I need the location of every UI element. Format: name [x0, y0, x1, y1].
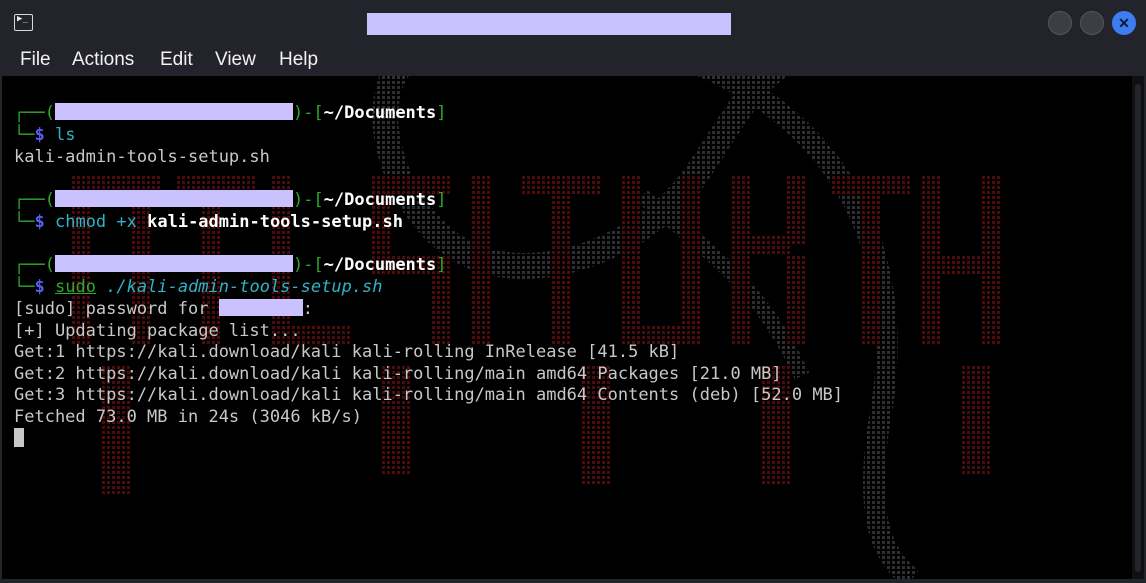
prompt-directory: ~/Documents: [323, 190, 437, 210]
prompt-frame-close: ]: [436, 255, 447, 275]
prompt-frame-lower: └─: [14, 277, 35, 297]
terminal-output-area[interactable]: ┌──()-[~/Documents] └─$ ls kali-admin-to…: [2, 76, 1132, 579]
close-button[interactable]: ✕: [1112, 11, 1136, 35]
prompt-frame-open: ┌──(: [14, 103, 55, 123]
prompt-frame-lower: └─: [14, 125, 35, 145]
command-chmod-arg: kali-admin-tools-setup.sh: [147, 212, 403, 232]
prompt-frame-open: ┌──(: [14, 190, 55, 210]
command-script: ./kali-admin-tools-setup.sh: [106, 277, 383, 297]
output-sudo-prompt: [sudo] password for :: [14, 298, 313, 320]
maximize-button[interactable]: [1080, 11, 1104, 35]
terminal-app-icon[interactable]: ▶_: [14, 14, 33, 31]
terminal-window: ▶_ ✕ File Actions Edit View Help ┌──()-…: [0, 0, 1146, 583]
prompt-frame-close: ]: [436, 103, 447, 123]
command-line-3: └─$ sudo ./kali-admin-tools-setup.sh: [14, 276, 383, 298]
menu-file[interactable]: File: [20, 49, 51, 71]
prompt-user-redacted: [54, 103, 293, 120]
terminal-cursor: [14, 428, 24, 447]
prompt-frame-open: ┌──(: [14, 255, 55, 275]
prompt-directory: ~/Documents: [323, 255, 437, 275]
menu-help[interactable]: Help: [279, 49, 318, 71]
prompt-frame-mid: )-[: [292, 190, 324, 210]
command-line-1: └─$ ls: [14, 124, 75, 146]
output-get-1: Get:1 https://kali.download/kali kali-ro…: [14, 342, 680, 362]
terminal-scrollbar[interactable]: [1132, 76, 1144, 579]
command-sudo: sudo: [54, 277, 96, 297]
menu-bar: File Actions Edit View Help: [0, 44, 1146, 76]
output-get-3: Get:3 https://kali.download/kali kali-ro…: [14, 385, 844, 405]
prompt-directory: ~/Documents: [323, 103, 437, 123]
prompt-dollar: $: [34, 277, 45, 297]
output-fetched: Fetched 73.0 MB in 24s (3046 kB/s): [14, 407, 362, 427]
terminal-icon-glyph: ▶_: [17, 14, 28, 24]
output-ls-result: kali-admin-tools-setup.sh: [14, 147, 270, 167]
sudo-colon: :: [302, 299, 313, 319]
prompt-frame-close: ]: [436, 190, 447, 210]
sudo-password-text: [sudo] password for: [14, 299, 209, 319]
menu-view[interactable]: View: [215, 49, 256, 71]
command-chmod: chmod +x: [54, 212, 137, 232]
title-bar[interactable]: ▶_ ✕: [0, 0, 1146, 44]
prompt-user-redacted: [54, 255, 293, 272]
prompt-line-3: ┌──( )-[~/Documents]: [14, 254, 447, 276]
menu-actions[interactable]: Actions: [72, 49, 134, 71]
prompt-user-redacted: [54, 190, 293, 207]
minimize-button[interactable]: [1048, 11, 1072, 35]
prompt-frame-lower: └─: [14, 212, 35, 232]
scrollbar-thumb[interactable]: [1135, 84, 1141, 572]
output-updating: [+] Updating package list...: [14, 321, 301, 341]
menu-edit[interactable]: Edit: [160, 49, 193, 71]
prompt-frame-mid: )-[: [292, 103, 324, 123]
output-get-2: Get:2 https://kali.download/kali kali-ro…: [14, 364, 782, 384]
prompt-line-1: ┌──( )-[~/Documents]: [14, 102, 447, 124]
window-title-redacted: [367, 13, 731, 35]
command-line-2: └─$ chmod +x kali-admin-tools-setup.sh: [14, 211, 403, 233]
sudo-user-redacted: [218, 299, 303, 316]
prompt-dollar: $: [34, 125, 45, 145]
close-icon: ✕: [1118, 15, 1130, 31]
prompt-frame-mid: )-[: [292, 255, 324, 275]
prompt-line-2: ┌──( )-[~/Documents]: [14, 189, 447, 211]
prompt-dollar: $: [34, 212, 45, 232]
command-ls: ls: [54, 125, 76, 145]
